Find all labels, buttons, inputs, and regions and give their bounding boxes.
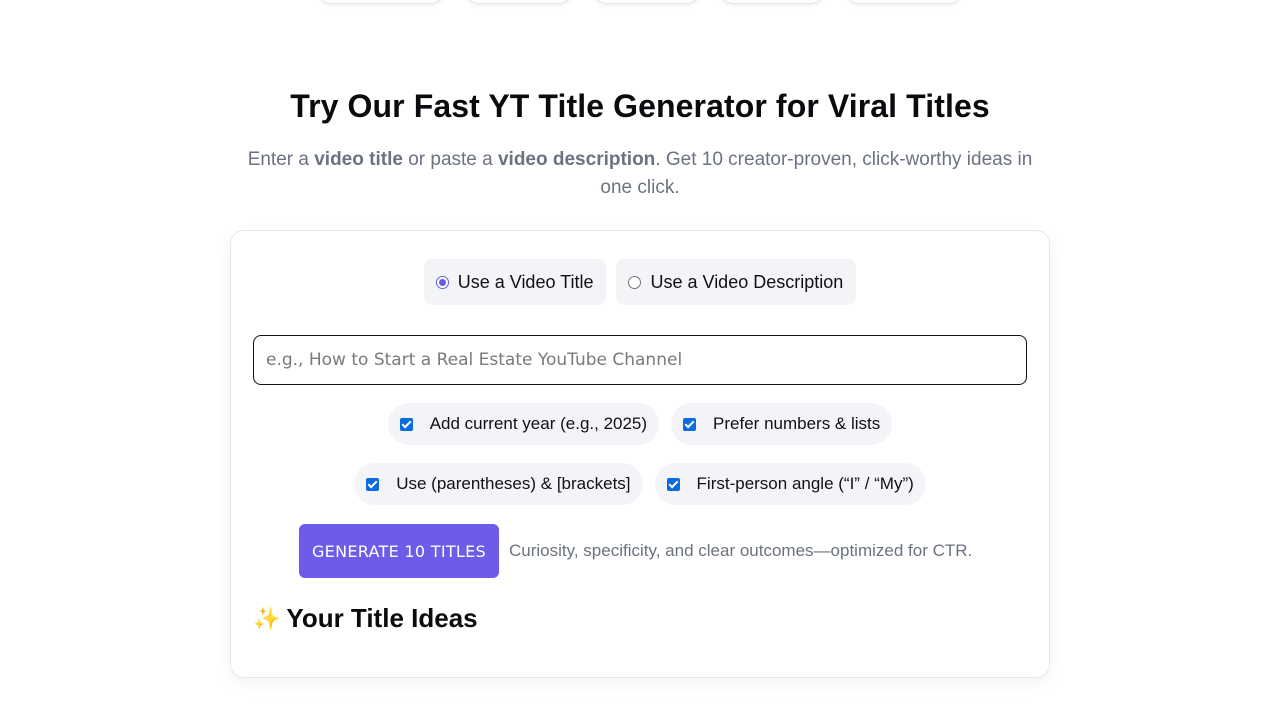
option-prefer-numbers[interactable]: Prefer numbers & lists — [671, 403, 893, 445]
top-nav-pills — [0, 0, 1280, 4]
checkbox-checked[interactable] — [399, 417, 413, 431]
radio-button-selected[interactable] — [435, 275, 449, 289]
generate-titles-button[interactable]: GENERATE 10 TITLES — [299, 524, 499, 578]
nav-pill[interactable] — [316, 0, 446, 4]
mode-option-description[interactable]: Use a Video Description — [616, 259, 857, 305]
subtitle-text: . Get 10 creator-proven, click-worthy id… — [600, 149, 1033, 198]
checkbox-checked[interactable] — [683, 417, 697, 431]
option-label: Use (parentheses) & [brackets] — [396, 474, 631, 493]
sparkles-icon: ✨ — [253, 605, 281, 631]
option-add-current-year[interactable]: Add current year (e.g., 2025) — [387, 403, 660, 445]
video-title-input[interactable] — [253, 335, 1027, 385]
mode-option-title[interactable]: Use a Video Title — [423, 259, 607, 305]
page-title: Try Our Fast YT Title Generator for Vira… — [290, 88, 990, 124]
generate-row: GENERATE 10 TITLES Curiosity, specificit… — [299, 524, 972, 578]
mode-option-label: Use a Video Description — [650, 271, 844, 292]
radio-button[interactable] — [628, 275, 642, 289]
results-heading-text: Your Title Ideas — [286, 603, 478, 633]
generator-card: Use a Video Title Use a Video Descriptio… — [230, 230, 1050, 678]
option-label: First-person angle (“I” / “My”) — [696, 474, 914, 493]
results-heading: ✨ Your Title Ideas — [253, 603, 478, 634]
nav-pill[interactable] — [718, 0, 826, 4]
mode-option-label: Use a Video Title — [457, 271, 594, 292]
option-label: Add current year (e.g., 2025) — [429, 414, 648, 433]
checkbox-checked[interactable] — [666, 477, 680, 491]
page-subtitle: Enter a video title or paste a video des… — [240, 146, 1040, 202]
option-first-person[interactable]: First-person angle (“I” / “My”) — [654, 463, 926, 505]
nav-pill[interactable] — [592, 0, 702, 4]
subtitle-emphasis: video description — [497, 149, 656, 170]
option-use-brackets[interactable]: Use (parentheses) & [brackets] — [354, 463, 643, 505]
generate-hint: Curiosity, specificity, and clear outcom… — [509, 541, 973, 560]
subtitle-text: or paste a — [402, 149, 498, 170]
mode-selector: Use a Video Title Use a Video Descriptio… — [231, 259, 1049, 305]
options-row-2: Use (parentheses) & [brackets] First-per… — [231, 463, 1049, 505]
nav-pill[interactable] — [844, 0, 964, 4]
option-label: Prefer numbers & lists — [713, 414, 881, 433]
nav-pill[interactable] — [464, 0, 574, 4]
options-row-1: Add current year (e.g., 2025) Prefer num… — [231, 403, 1049, 445]
subtitle-emphasis: video title — [314, 149, 403, 170]
subtitle-text: Enter a — [247, 149, 315, 170]
checkbox-checked[interactable] — [366, 477, 380, 491]
